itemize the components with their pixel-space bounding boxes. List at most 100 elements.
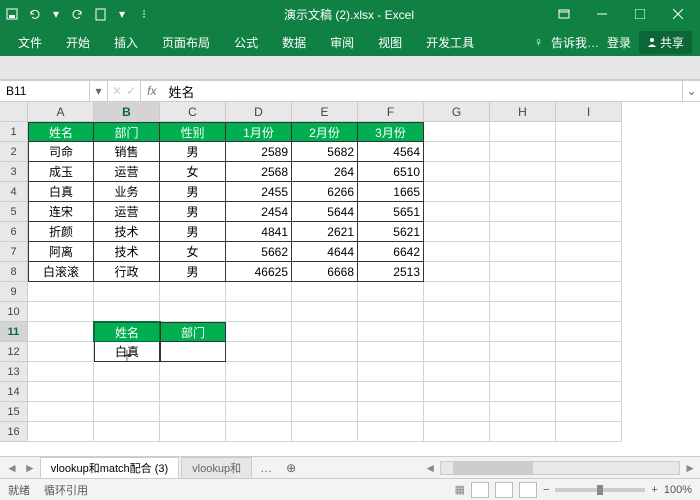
cancel-formula-icon[interactable]: ✕ (112, 84, 122, 98)
cell-G3[interactable] (424, 162, 490, 182)
col-header-A[interactable]: A (28, 102, 94, 122)
name-box[interactable]: B11 (0, 81, 90, 101)
signin-link[interactable]: 登录 (607, 34, 631, 51)
tab-pagelayout[interactable]: 页面布局 (152, 30, 220, 55)
cell-G15[interactable] (424, 402, 490, 422)
cell-B15[interactable] (94, 402, 160, 422)
ribbon-display-icon[interactable] (546, 0, 582, 28)
cell-B14[interactable] (94, 382, 160, 402)
col-header-E[interactable]: E (292, 102, 358, 122)
cell-F4[interactable]: 1665 (358, 182, 424, 202)
cell-C4[interactable]: 男 (160, 182, 226, 202)
col-header-G[interactable]: G (424, 102, 490, 122)
cell-I11[interactable] (556, 322, 622, 342)
cell-G7[interactable] (424, 242, 490, 262)
row-header-8[interactable]: 8 (0, 262, 28, 282)
cell-C5[interactable]: 男 (160, 202, 226, 222)
cell-G5[interactable] (424, 202, 490, 222)
cell-F14[interactable] (358, 382, 424, 402)
row-header-16[interactable]: 16 (0, 422, 28, 442)
cell-D8[interactable]: 46625 (226, 262, 292, 282)
row-header-10[interactable]: 10 (0, 302, 28, 322)
undo-icon[interactable] (26, 6, 42, 22)
cell-I2[interactable] (556, 142, 622, 162)
cell-A8[interactable]: 白滚滚 (28, 262, 94, 282)
row-header-1[interactable]: 1 (0, 122, 28, 142)
view-normal-icon[interactable] (471, 482, 489, 498)
cell-E2[interactable]: 5682 (292, 142, 358, 162)
cell-D11[interactable] (226, 322, 292, 342)
cell-B9[interactable] (94, 282, 160, 302)
cell-E12[interactable] (292, 342, 358, 362)
cell-C6[interactable]: 男 (160, 222, 226, 242)
add-sheet-icon[interactable]: ⊕ (280, 461, 302, 475)
cell-C13[interactable] (160, 362, 226, 382)
cell-C2[interactable]: 男 (160, 142, 226, 162)
sheet-tab-active[interactable]: vlookup和match配合 (3) (40, 457, 179, 478)
cell-D9[interactable] (226, 282, 292, 302)
cell-H6[interactable] (490, 222, 556, 242)
row-header-11[interactable]: 11 (0, 322, 28, 342)
cell-E10[interactable] (292, 302, 358, 322)
cell-C15[interactable] (160, 402, 226, 422)
cell-A11[interactable] (28, 322, 94, 342)
zoom-slider[interactable] (555, 488, 645, 492)
tab-developer[interactable]: 开发工具 (416, 30, 484, 55)
close-icon[interactable] (660, 0, 696, 28)
cell-G10[interactable] (424, 302, 490, 322)
cell-H8[interactable] (490, 262, 556, 282)
cell-I10[interactable] (556, 302, 622, 322)
hscroll-left-icon[interactable]: ◄ (424, 461, 436, 475)
sheet-tab-inactive[interactable]: vlookup和 (181, 457, 252, 478)
cell-D6[interactable]: 4841 (226, 222, 292, 242)
save-icon[interactable] (4, 6, 20, 22)
cell-G1[interactable] (424, 122, 490, 142)
row-header-3[interactable]: 3 (0, 162, 28, 182)
zoom-thumb[interactable] (597, 485, 603, 495)
qat-customize-icon[interactable]: ⁝ (136, 6, 152, 22)
minimize-icon[interactable] (584, 0, 620, 28)
cell-A7[interactable]: 阿离 (28, 242, 94, 262)
cell-E16[interactable] (292, 422, 358, 442)
chevron-down-icon[interactable]: ▾ (114, 6, 130, 22)
cell-D5[interactable]: 2454 (226, 202, 292, 222)
cell-B2[interactable]: 销售 (94, 142, 160, 162)
tab-data[interactable]: 数据 (272, 30, 316, 55)
row-header-12[interactable]: 12 (0, 342, 28, 362)
cell-F13[interactable] (358, 362, 424, 382)
cell-H14[interactable] (490, 382, 556, 402)
cell-C12[interactable] (160, 342, 226, 362)
col-header-F[interactable]: F (358, 102, 424, 122)
cell-I7[interactable] (556, 242, 622, 262)
cell-E4[interactable]: 6266 (292, 182, 358, 202)
cell-B4[interactable]: 业务 (94, 182, 160, 202)
cell-C7[interactable]: 女 (160, 242, 226, 262)
col-header-H[interactable]: H (490, 102, 556, 122)
cell-H2[interactable] (490, 142, 556, 162)
cell-I12[interactable] (556, 342, 622, 362)
cell-H1[interactable] (490, 122, 556, 142)
cell-A16[interactable] (28, 422, 94, 442)
cell-F12[interactable] (358, 342, 424, 362)
cell-B11[interactable]: 姓名 (94, 322, 160, 342)
cell-F7[interactable]: 6642 (358, 242, 424, 262)
col-header-I[interactable]: I (556, 102, 622, 122)
cell-E11[interactable] (292, 322, 358, 342)
cell-D10[interactable] (226, 302, 292, 322)
cell-B3[interactable]: 运营 (94, 162, 160, 182)
cell-G2[interactable] (424, 142, 490, 162)
cell-B10[interactable] (94, 302, 160, 322)
cell-I15[interactable] (556, 402, 622, 422)
cell-D1[interactable]: 1月份 (226, 122, 292, 142)
cell-C3[interactable]: 女 (160, 162, 226, 182)
cell-I4[interactable] (556, 182, 622, 202)
cell-A9[interactable] (28, 282, 94, 302)
tab-file[interactable]: 文件 (8, 30, 52, 55)
sheet-next-icon[interactable]: ► (22, 461, 38, 475)
row-header-6[interactable]: 6 (0, 222, 28, 242)
cell-D7[interactable]: 5662 (226, 242, 292, 262)
cell-E9[interactable] (292, 282, 358, 302)
cell-F6[interactable]: 5621 (358, 222, 424, 242)
cell-H10[interactable] (490, 302, 556, 322)
cell-B8[interactable]: 行政 (94, 262, 160, 282)
